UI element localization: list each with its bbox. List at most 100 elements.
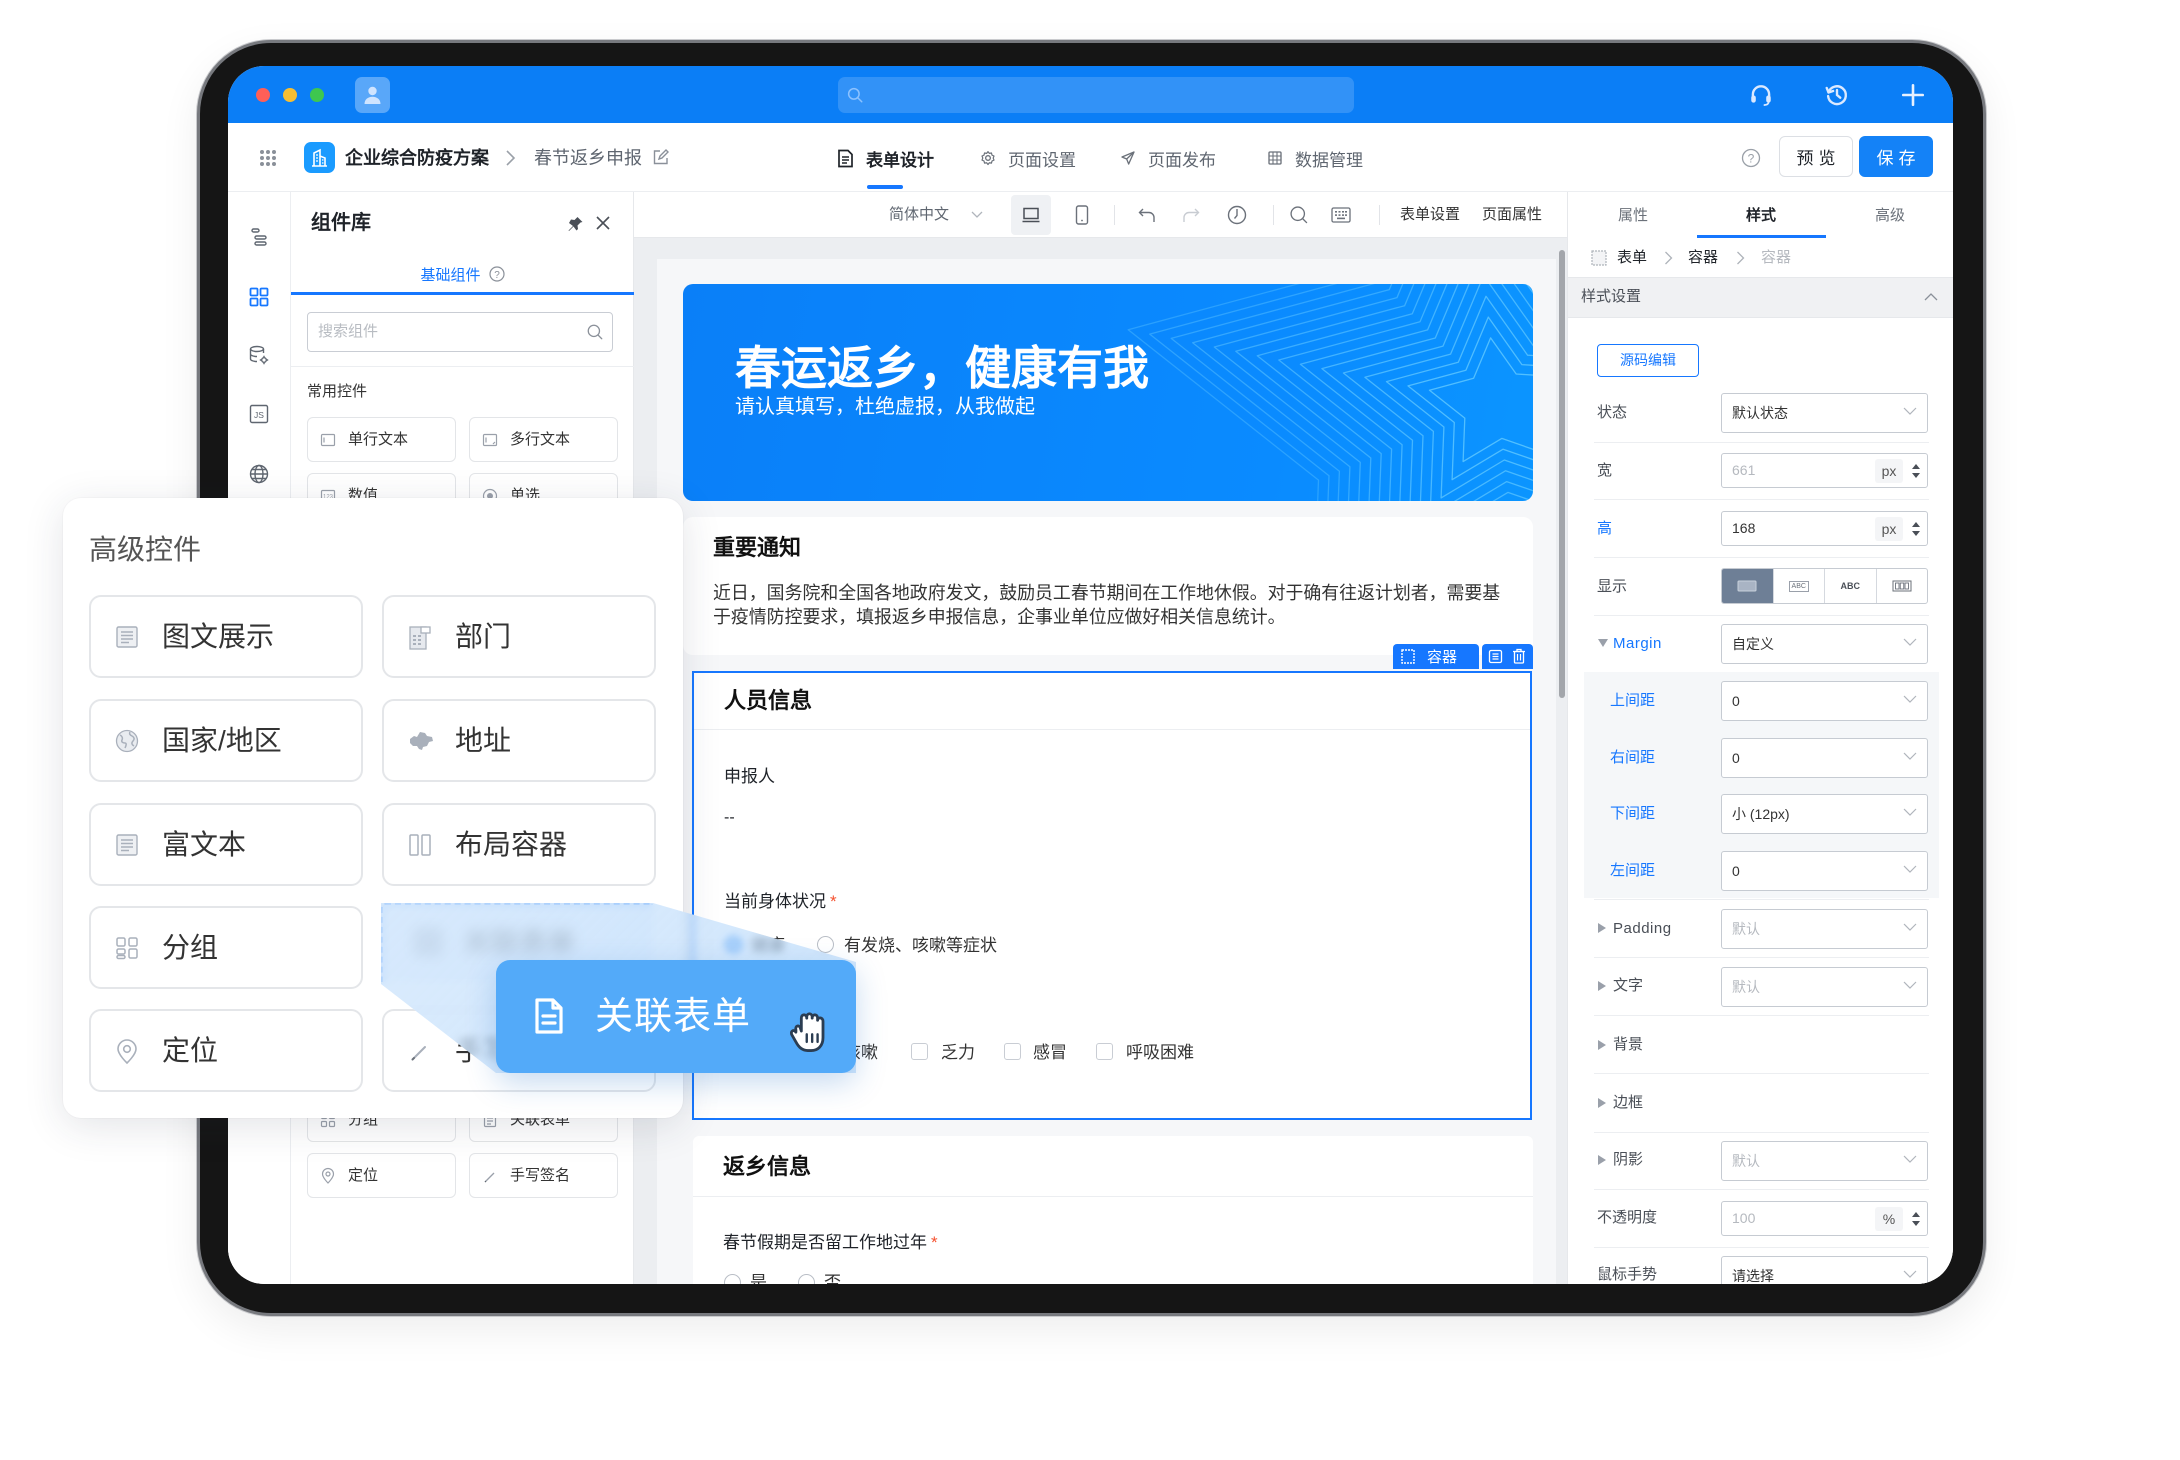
tab-form-design[interactable]: 表单设计 bbox=[837, 147, 934, 170]
collapsed-caret-icon[interactable] bbox=[1598, 923, 1606, 933]
padding-select[interactable]: 默认 bbox=[1721, 909, 1928, 949]
window-maximize-button[interactable] bbox=[310, 88, 324, 102]
breadcrumb-container[interactable]: 容器 bbox=[1688, 248, 1718, 268]
margin-top-select[interactable]: 0 bbox=[1721, 681, 1928, 721]
collapsed-caret-icon[interactable] bbox=[1598, 981, 1606, 991]
margin-select[interactable]: 自定义 bbox=[1721, 624, 1928, 664]
canvas-scrollbar[interactable] bbox=[1559, 250, 1565, 698]
save-button[interactable]: 保存 bbox=[1859, 136, 1933, 177]
tab-page-publish[interactable]: 页面发布 bbox=[1120, 147, 1216, 170]
style-settings-header[interactable]: 样式设置 bbox=[1568, 277, 1953, 318]
copy-icon[interactable] bbox=[1488, 649, 1503, 664]
component-location[interactable]: 定位 bbox=[307, 1153, 456, 1198]
chevron-down-icon[interactable] bbox=[971, 210, 983, 220]
margin-left-select[interactable]: 0 bbox=[1721, 851, 1928, 891]
shadow-select[interactable]: 默认 bbox=[1721, 1141, 1928, 1181]
outline-tree-icon[interactable] bbox=[249, 227, 269, 247]
stepper-arrows-icon[interactable] bbox=[1911, 519, 1921, 539]
stepper-arrows-icon[interactable] bbox=[1911, 461, 1921, 481]
advanced-item-country-region[interactable]: 国家/地区 bbox=[89, 699, 363, 782]
text-label[interactable]: 文字 bbox=[1613, 976, 1643, 996]
display-inline-block-option[interactable]: ABC bbox=[1772, 569, 1825, 603]
display-inline-option[interactable]: ABC bbox=[1824, 569, 1876, 603]
headset-icon[interactable] bbox=[1748, 82, 1774, 108]
component-single-line-text[interactable]: 单行文本 bbox=[307, 417, 456, 462]
data-source-icon[interactable] bbox=[249, 345, 270, 366]
keyboard-icon[interactable] bbox=[1331, 206, 1351, 224]
advanced-item-location[interactable]: 定位 bbox=[89, 1009, 363, 1092]
preview-button[interactable]: 预览 bbox=[1779, 136, 1853, 177]
language-select[interactable]: 简体中文 bbox=[889, 205, 949, 225]
advanced-item-image-text[interactable]: 图文展示 bbox=[89, 595, 363, 678]
pin-icon[interactable] bbox=[566, 214, 584, 232]
window-minimize-button[interactable] bbox=[283, 88, 297, 102]
checkbox-breathing[interactable] bbox=[1096, 1043, 1113, 1060]
tab-advanced[interactable]: 高级 bbox=[1875, 206, 1905, 226]
close-icon[interactable] bbox=[595, 215, 611, 231]
background-label[interactable]: 背景 bbox=[1613, 1035, 1643, 1055]
component-search-input[interactable]: 搜索组件 bbox=[307, 312, 613, 352]
tab-basic-components[interactable]: 基础组件 ? bbox=[291, 262, 634, 286]
banner-image[interactable]: 春运返乡，健康有我 请认真填写，杜绝虚报，从我做起 bbox=[683, 284, 1533, 501]
tab-data-management[interactable]: 数据管理 bbox=[1267, 147, 1363, 170]
advanced-item-department[interactable]: 部门 bbox=[382, 595, 656, 678]
advanced-item-rich-text[interactable]: 富文本 bbox=[89, 803, 363, 886]
app-grid-icon[interactable] bbox=[259, 149, 277, 167]
breadcrumb-app-name[interactable]: 企业综合防疫方案 bbox=[345, 147, 489, 169]
collapsed-caret-icon[interactable] bbox=[1598, 1040, 1606, 1050]
delete-icon[interactable] bbox=[1512, 648, 1526, 664]
search-icon[interactable] bbox=[1289, 205, 1309, 225]
shadow-label[interactable]: 阴影 bbox=[1613, 1150, 1643, 1170]
window-close-button[interactable] bbox=[256, 88, 270, 102]
component-signature[interactable]: 手写签名 bbox=[469, 1153, 618, 1198]
component-multi-line-text[interactable]: 多行文本 bbox=[469, 417, 618, 462]
edit-icon[interactable] bbox=[652, 149, 669, 166]
advanced-item-group[interactable]: 分组 bbox=[89, 906, 363, 989]
expanded-caret-icon[interactable] bbox=[1598, 639, 1608, 647]
width-input[interactable]: 661 px bbox=[1721, 453, 1928, 488]
help-icon[interactable]: ? bbox=[1741, 148, 1761, 168]
undo-icon[interactable] bbox=[1138, 206, 1156, 224]
collapsed-caret-icon[interactable] bbox=[1598, 1155, 1606, 1165]
cursor-select[interactable]: 请选择 bbox=[1721, 1256, 1928, 1284]
opacity-input[interactable]: 100 % bbox=[1721, 1201, 1928, 1236]
mobile-view-icon[interactable] bbox=[1075, 205, 1089, 225]
selection-tag-container[interactable]: 容器 bbox=[1393, 644, 1479, 669]
stepper-arrows-icon[interactable] bbox=[1911, 1209, 1921, 1229]
history-clock-icon[interactable] bbox=[1227, 205, 1247, 225]
margin-right-select[interactable]: 0 bbox=[1721, 738, 1928, 778]
chevron-up-icon[interactable] bbox=[1924, 292, 1938, 302]
page-properties-button[interactable]: 页面属性 bbox=[1482, 205, 1542, 225]
user-avatar[interactable] bbox=[355, 77, 390, 113]
form-settings-button[interactable]: 表单设置 bbox=[1400, 205, 1460, 225]
source-edit-button[interactable]: 源码编辑 bbox=[1597, 344, 1699, 377]
drag-ghost-related-form[interactable]: 关联表单 bbox=[496, 960, 856, 1073]
globe-icon[interactable] bbox=[249, 464, 269, 484]
display-flex-option[interactable] bbox=[1875, 569, 1928, 603]
margin-bottom-select[interactable]: 小 (12px) bbox=[1721, 794, 1928, 834]
global-search-input[interactable] bbox=[838, 77, 1354, 113]
plus-icon[interactable] bbox=[1900, 82, 1926, 108]
checkbox-cold[interactable] bbox=[1004, 1043, 1021, 1060]
components-grid-icon[interactable] bbox=[249, 287, 269, 307]
tab-properties[interactable]: 属性 bbox=[1618, 206, 1648, 226]
radio-symptoms[interactable] bbox=[817, 936, 834, 953]
breadcrumb-form[interactable]: 表单 bbox=[1617, 248, 1647, 268]
search-icon[interactable] bbox=[586, 323, 604, 341]
radio-no[interactable] bbox=[798, 1274, 815, 1284]
return-info-section[interactable]: 返乡信息 春节假期是否留工作地过年 * 是 否 bbox=[693, 1136, 1533, 1284]
height-input[interactable]: 168 px bbox=[1721, 511, 1928, 546]
tab-style[interactable]: 样式 bbox=[1746, 206, 1776, 226]
margin-label[interactable]: Margin bbox=[1613, 634, 1662, 654]
help-icon[interactable]: ? bbox=[488, 266, 505, 282]
padding-label[interactable]: Padding bbox=[1613, 919, 1672, 939]
javascript-icon[interactable]: JS bbox=[249, 404, 269, 424]
display-block-option[interactable] bbox=[1722, 569, 1773, 603]
notice-card[interactable]: 重要通知 近日，国务院和全国各地政府发文，鼓励员工春节期间在工作地休假。对于确有… bbox=[683, 517, 1533, 655]
tab-page-settings[interactable]: 页面设置 bbox=[980, 147, 1076, 170]
collapsed-caret-icon[interactable] bbox=[1598, 1098, 1606, 1108]
text-select[interactable]: 默认 bbox=[1721, 967, 1928, 1007]
checkbox-fatigue[interactable] bbox=[911, 1043, 928, 1060]
redo-icon[interactable] bbox=[1182, 206, 1200, 224]
border-label[interactable]: 边框 bbox=[1613, 1093, 1643, 1113]
